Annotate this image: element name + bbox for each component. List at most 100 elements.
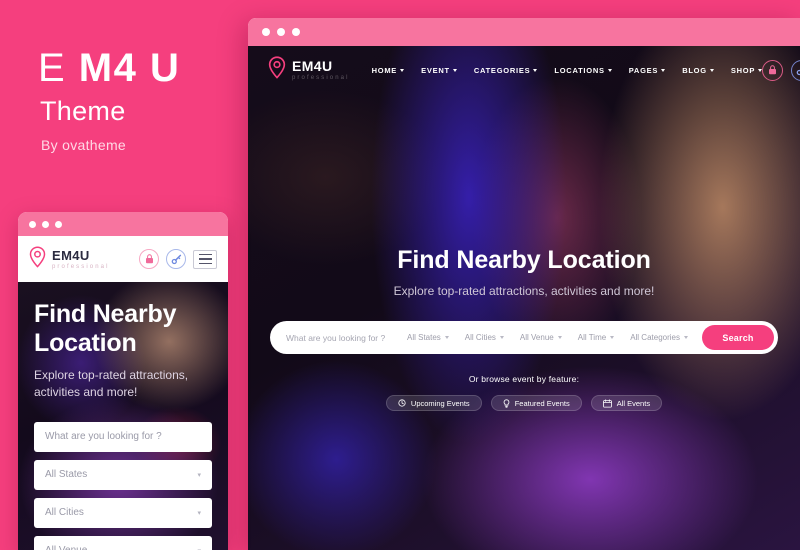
mobile-search-form: What are you looking for ? All States ▾ … (34, 421, 212, 550)
chevron-down-icon (709, 68, 714, 72)
desktop-main-menu: HOME EVENT CATEGORIES LOCATIONS PAGES BL… (350, 66, 763, 75)
window-maximize-dot-icon[interactable] (55, 220, 62, 228)
filter-all-states-label: All States (407, 333, 441, 342)
filter-all-cities-label: All Cities (464, 333, 496, 342)
menu-item-locations-label: LOCATIONS (554, 65, 605, 75)
logo-name: EM4U (292, 58, 333, 74)
desktop-hero-title: Find Nearby Location (397, 246, 651, 274)
menu-item-categories-label: CATEGORIES (473, 65, 531, 75)
window-minimize-dot-icon[interactable] (42, 220, 49, 228)
key-icon[interactable] (166, 249, 186, 269)
search-filters: All States All Cities All Venue All Time (407, 333, 702, 342)
menu-item-home[interactable]: HOME (372, 66, 405, 75)
filter-all-states[interactable]: All States (407, 333, 449, 342)
pill-all-events[interactable]: All Events (590, 395, 663, 411)
filter-all-categories-label: All Categories (630, 333, 680, 342)
desktop-browser-mockup: EM4U professional HOME EVENT CATEGORIES (248, 18, 800, 550)
pill-featured-events[interactable]: Featured Events (490, 395, 582, 411)
mobile-hero-title-line1: Find Nearby (34, 300, 177, 328)
feature-pills: Upcoming Events Featured Events All Even… (248, 395, 800, 411)
pill-upcoming-events[interactable]: Upcoming Events (385, 395, 482, 411)
chevron-down-icon (400, 68, 405, 72)
desktop-navbar: EM4U professional HOME EVENT CATEGORIES (248, 46, 800, 94)
mobile-browser-mockup: EM4U professional Find Nearby Location E… (18, 212, 228, 550)
mobile-search-input[interactable]: What are you looking for ? (34, 421, 212, 452)
pill-featured-events-label: Featured Events (514, 398, 570, 408)
mobile-filter-cities-label: All Cities (45, 507, 84, 519)
mobile-logo[interactable]: EM4U professional (29, 245, 110, 273)
mobile-hero-title: Find Nearby Location (34, 300, 212, 358)
chevron-down-icon (452, 68, 457, 72)
mobile-filter-venue-label: All Venue (45, 545, 87, 550)
bulb-icon (503, 398, 510, 408)
chevron-down-icon (661, 68, 666, 72)
pill-upcoming-events-label: Upcoming Events (410, 398, 470, 408)
menu-item-event-label: EVENT (421, 65, 450, 75)
filter-all-venue-label: All Venue (519, 333, 554, 342)
desktop-logo[interactable]: EM4U professional (268, 56, 350, 84)
menu-item-pages[interactable]: PAGES (629, 66, 666, 75)
mobile-browser-chrome (18, 212, 228, 236)
key-icon[interactable] (791, 59, 800, 81)
chevron-down-icon (684, 336, 688, 339)
logo-tagline: professional (292, 75, 350, 81)
desktop-browser-chrome (248, 18, 800, 46)
mobile-site-header: EM4U professional (18, 236, 228, 282)
lock-icon[interactable] (762, 59, 784, 81)
chevron-down-icon (607, 68, 612, 72)
calendar-icon (602, 398, 612, 408)
logo-tagline: professional (52, 263, 110, 270)
mobile-hero-section: Find Nearby Location Explore top-rated a… (18, 282, 228, 550)
hamburger-line (198, 253, 212, 256)
filter-all-categories[interactable]: All Categories (630, 333, 688, 342)
hamburger-line (198, 262, 212, 265)
mobile-filter-cities[interactable]: All Cities ▾ (34, 497, 212, 528)
mobile-filter-states-label: All States (45, 469, 88, 481)
promo-subtitle: Theme (40, 96, 126, 126)
desktop-navbar-actions (762, 59, 800, 81)
lock-icon[interactable] (139, 249, 159, 269)
window-maximize-dot-icon[interactable] (292, 28, 300, 36)
pill-all-events-label: All Events (616, 398, 651, 408)
desktop-hero-section: EM4U professional HOME EVENT CATEGORIES (248, 46, 800, 550)
search-button[interactable]: Search (702, 325, 774, 350)
desktop-hero-content: Find Nearby Location Explore top-rated a… (248, 246, 800, 411)
desktop-hero-subtitle: Explore top-rated attractions, activitie… (393, 284, 655, 298)
filter-all-time[interactable]: All Time (578, 333, 615, 342)
promo-author: By ovatheme (41, 137, 127, 153)
window-close-dot-icon[interactable] (29, 220, 36, 228)
filter-all-cities[interactable]: All Cities (465, 333, 504, 342)
mobile-hero-subtitle: Explore top-rated attractions, activitie… (34, 368, 189, 400)
mobile-logo-text: EM4U professional (52, 249, 110, 270)
promo-title-part1: E (38, 46, 79, 90)
map-pin-icon (268, 56, 286, 84)
menu-item-categories[interactable]: CATEGORIES (474, 66, 538, 75)
chevron-down-icon (557, 336, 562, 339)
menu-item-home-label: HOME (371, 65, 398, 75)
mobile-hero-title-line2: Location (34, 329, 137, 357)
search-bar: What are you looking for ? All States Al… (270, 321, 778, 354)
menu-item-shop-label: SHOP (730, 65, 756, 75)
menu-item-blog[interactable]: BLOG (682, 66, 714, 75)
mobile-filter-states[interactable]: All States ▾ (34, 459, 212, 490)
chevron-down-icon (499, 336, 504, 339)
page-title: E M4 U (38, 48, 180, 88)
mobile-filter-venue[interactable]: All Venue ▾ (34, 535, 212, 550)
menu-item-blog-label: BLOG (682, 65, 707, 75)
logo-name: EM4U (52, 247, 90, 263)
hamburger-menu-icon[interactable] (193, 249, 217, 269)
menu-item-locations[interactable]: LOCATIONS (554, 65, 612, 75)
browse-by-feature-label: Or browse event by feature: (468, 374, 580, 384)
menu-item-event[interactable]: EVENT (421, 66, 457, 75)
mobile-search-input-label: What are you looking for ? (45, 431, 162, 443)
search-input[interactable]: What are you looking for ? (286, 333, 385, 343)
desktop-logo-text: EM4U professional (292, 59, 350, 81)
window-close-dot-icon[interactable] (262, 28, 270, 36)
chevron-down-icon (533, 68, 538, 72)
menu-item-shop[interactable]: SHOP (730, 65, 763, 75)
window-minimize-dot-icon[interactable] (277, 28, 285, 36)
map-pin-icon (29, 245, 46, 273)
mobile-header-actions (139, 249, 217, 269)
filter-all-venue[interactable]: All Venue (520, 333, 562, 342)
hamburger-line (198, 258, 212, 260)
